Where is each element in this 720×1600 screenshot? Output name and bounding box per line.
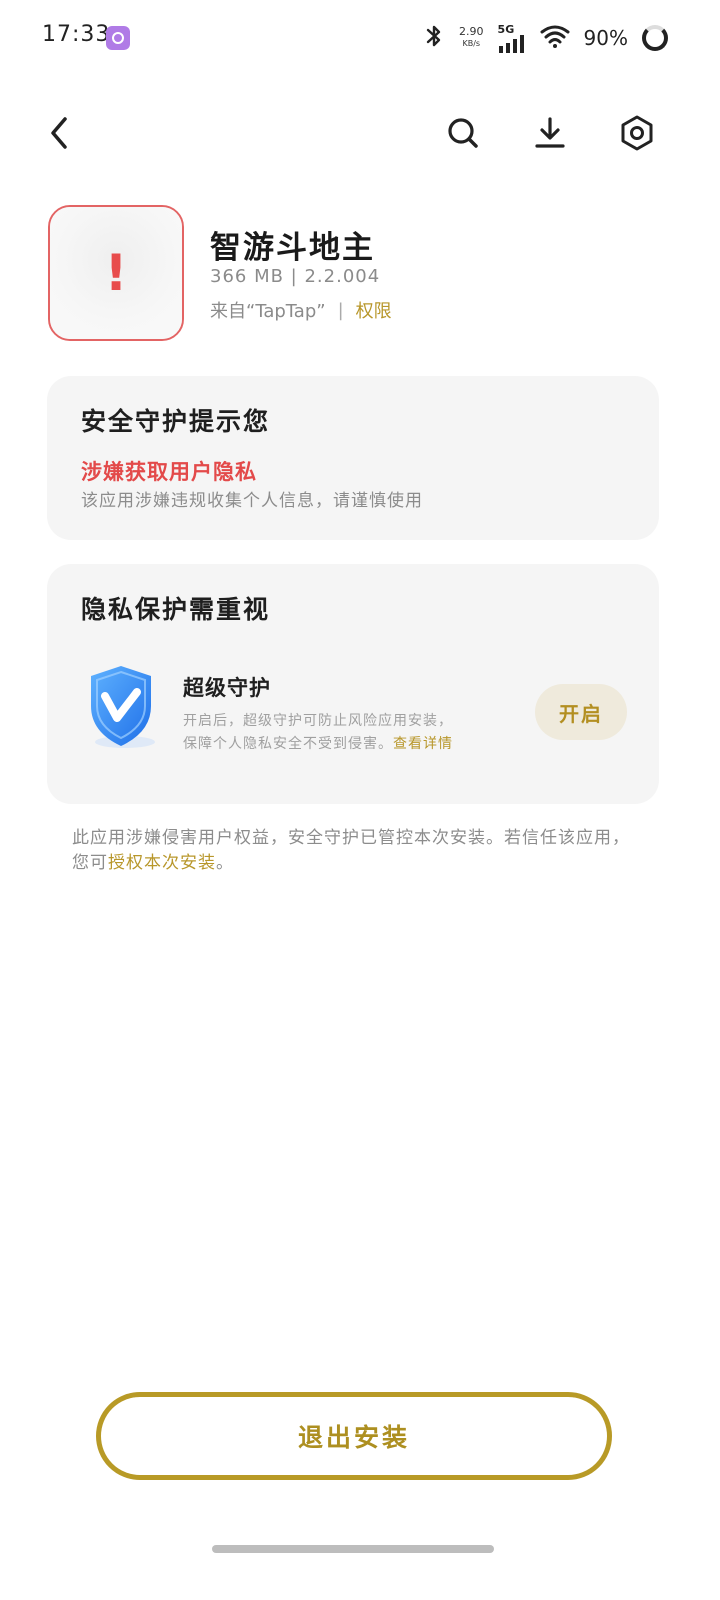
settings-hexagon-icon — [621, 115, 653, 151]
status-time: 17:33 — [42, 22, 111, 47]
risk-description: 该应用涉嫌违规收集个人信息，请谨慎使用 — [81, 491, 423, 511]
warning-exclamation-icon: ! — [104, 244, 128, 302]
search-icon — [448, 118, 478, 148]
authorize-install-link[interactable]: 授权本次安装 — [108, 853, 216, 873]
notification-app-icon — [106, 26, 130, 50]
view-details-link[interactable]: 查看详情 — [393, 736, 453, 752]
settings-button[interactable] — [614, 110, 660, 156]
battery-percent: 90% — [583, 26, 628, 50]
warning-card-title: 安全守护提示您 — [81, 407, 271, 436]
search-button[interactable] — [440, 110, 486, 156]
exit-install-button[interactable]: 退出安装 — [96, 1392, 612, 1480]
super-guard-title: 超级守护 — [183, 676, 271, 700]
network-speed-unit: KB/s — [462, 39, 481, 48]
enable-super-guard-button[interactable]: 开启 — [535, 684, 627, 740]
status-icons: 2.90 KB/s 5G 90% — [423, 20, 668, 56]
app-name: 智游斗地主 — [210, 230, 375, 266]
exit-install-label: 退出安装 — [297, 1423, 410, 1452]
network-type: 5G — [497, 22, 515, 36]
guard-desc-line2: 保障个人隐私安全不受到侵害。 — [183, 736, 393, 752]
shield-icon — [81, 662, 161, 752]
app-source-row: 来自“TapTap” | 权限 — [210, 297, 392, 323]
download-button[interactable] — [527, 110, 573, 156]
download-icon — [535, 117, 565, 148]
app-icon: ! — [48, 205, 184, 341]
wifi-icon — [540, 24, 570, 52]
bluetooth-icon — [423, 23, 445, 53]
risk-title: 涉嫌获取用户隐私 — [81, 460, 257, 484]
back-arrow-icon — [51, 117, 67, 149]
cellular-signal-icon: 5G — [498, 24, 526, 53]
guard-desc-line1: 开启后，超级守护可防止风险应用安装， — [183, 713, 453, 729]
permissions-link[interactable]: 权限 — [356, 297, 392, 323]
install-notice: 此应用涉嫌侵害用户权益，安全守护已管控本次安装。若信任该应用，您可授权本次安装。 — [72, 826, 638, 876]
super-guard-description: 开启后，超级守护可防止风险应用安装， 保障个人隐私安全不受到侵害。查看详情 — [183, 710, 513, 756]
security-warning-card: 安全守护提示您 涉嫌获取用户隐私 该应用涉嫌违规收集个人信息，请谨慎使用 — [47, 376, 659, 540]
status-bar: 17:33 2.90 KB/s 5G 90% — [0, 0, 720, 76]
top-nav — [0, 100, 720, 166]
network-speed-value: 2.90 — [459, 25, 484, 38]
back-button[interactable] — [36, 110, 82, 156]
source-separator: | — [337, 299, 344, 321]
app-size-version: 366 MB | 2.2.004 — [210, 266, 381, 287]
app-source: 来自“TapTap” — [210, 301, 326, 322]
privacy-protection-card: 隐私保护需重视 超级守护 开启后，超级守护可防止风险应用安装， 保障个人隐私安全… — [47, 564, 659, 804]
network-speed: 2.90 KB/s — [459, 26, 484, 50]
privacy-card-title: 隐私保护需重视 — [81, 595, 271, 624]
notice-end: 。 — [216, 853, 234, 873]
battery-icon — [642, 25, 668, 51]
home-indicator[interactable] — [212, 1545, 494, 1553]
